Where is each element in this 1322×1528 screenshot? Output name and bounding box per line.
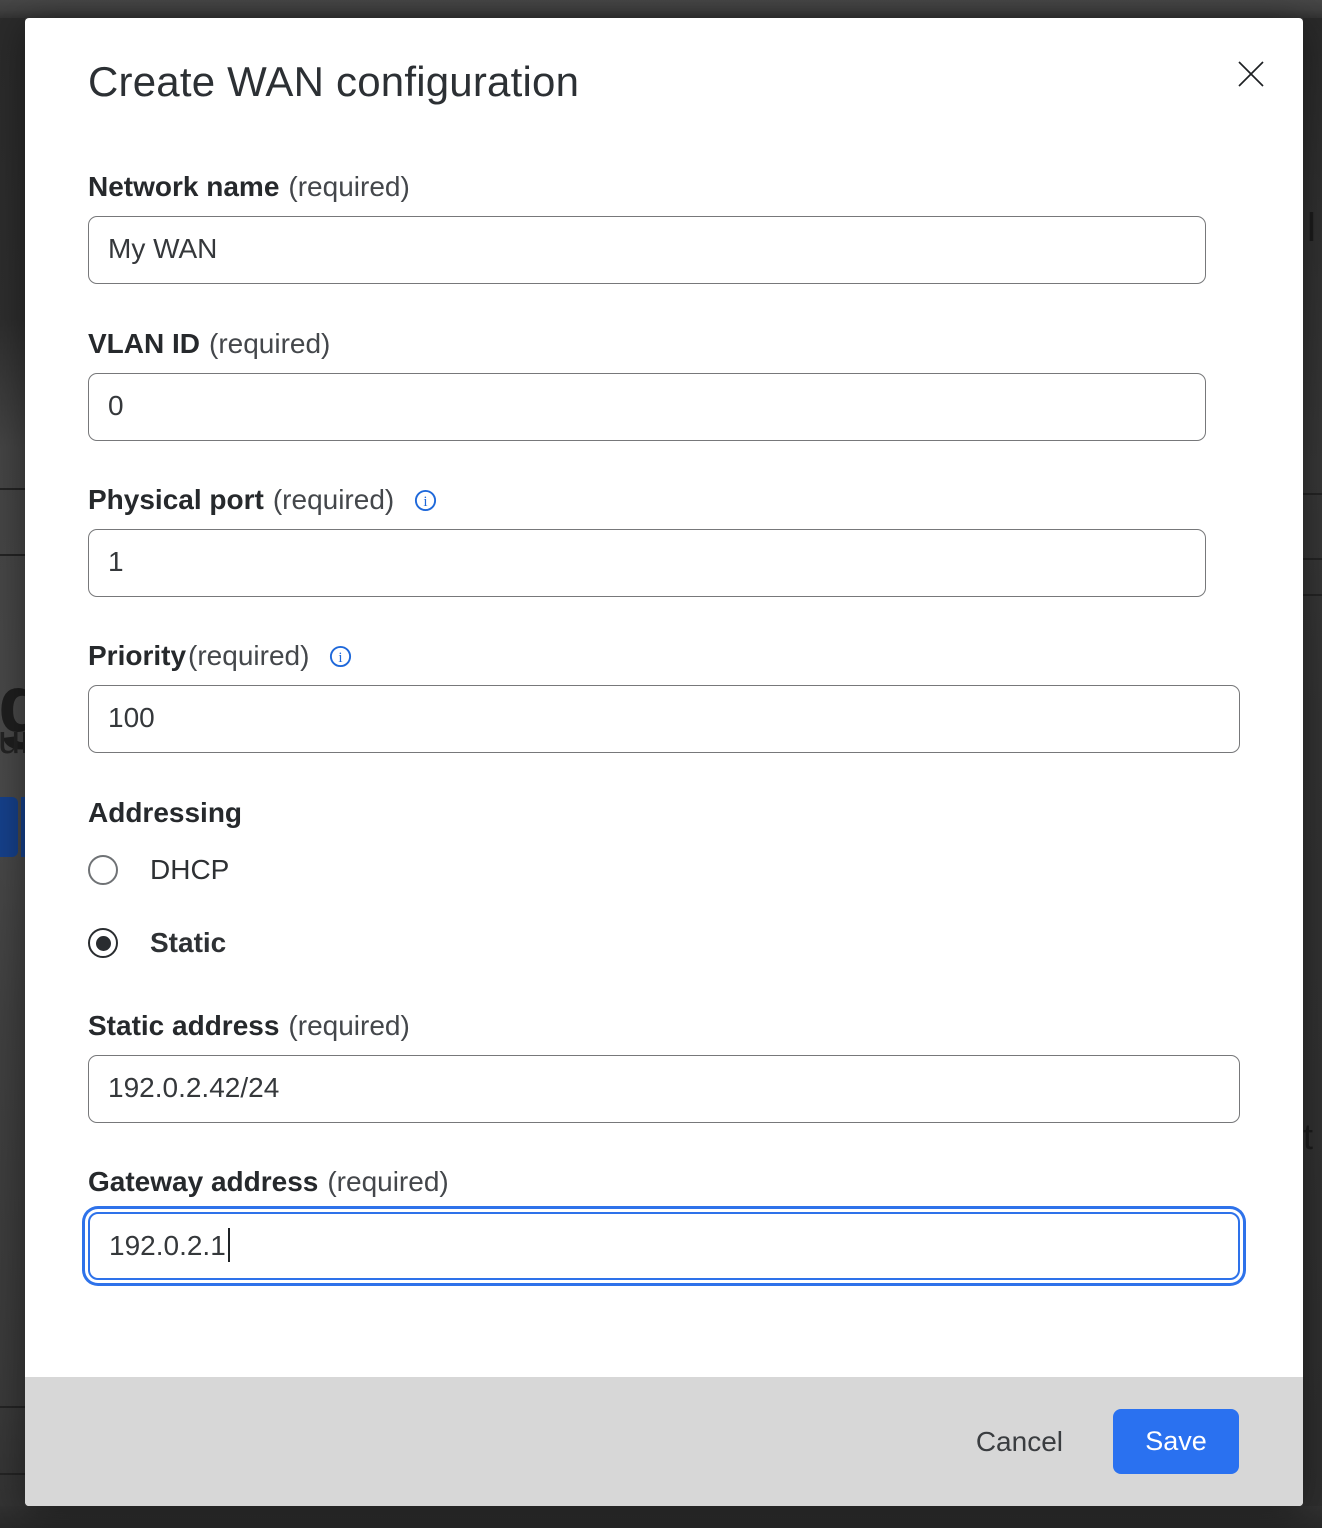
dialog-footer: Cancel Save bbox=[25, 1377, 1303, 1506]
backdrop-text-fragment: l bbox=[1307, 206, 1316, 251]
info-icon[interactable]: i bbox=[329, 645, 352, 668]
addressing-heading: Addressing bbox=[88, 796, 1240, 830]
backdrop-row-divider bbox=[1303, 558, 1322, 560]
priority-label: Priority (required) i bbox=[88, 639, 1240, 673]
radio-static-label: Static bbox=[150, 927, 226, 959]
close-icon bbox=[1235, 58, 1267, 90]
static-address-label: Static address (required) bbox=[88, 1009, 1240, 1043]
backdrop-top-strip bbox=[0, 0, 1322, 18]
backdrop-blue-button-fragment bbox=[0, 797, 18, 857]
network-name-input[interactable]: My WAN bbox=[88, 216, 1206, 284]
backdrop-row-divider bbox=[0, 1406, 25, 1408]
backdrop-row-divider bbox=[0, 554, 25, 556]
backdrop-row-divider bbox=[1303, 594, 1322, 596]
physical-port-label: Physical port (required) i bbox=[88, 483, 1240, 517]
svg-text:i: i bbox=[339, 650, 343, 666]
backdrop-row-divider bbox=[1303, 493, 1322, 495]
field-gateway-address: Gateway address (required) 192.0.2.1 bbox=[88, 1165, 1240, 1280]
priority-input[interactable]: 100 bbox=[88, 685, 1240, 753]
cancel-button[interactable]: Cancel bbox=[962, 1416, 1077, 1468]
field-vlan-id: VLAN ID (required) 0 bbox=[88, 327, 1240, 441]
physical-port-input[interactable]: 1 bbox=[88, 529, 1206, 597]
create-wan-dialog: Create WAN configuration Network name (r… bbox=[25, 18, 1303, 1506]
vlan-id-label: VLAN ID (required) bbox=[88, 327, 1240, 361]
dialog-title: Create WAN configuration bbox=[88, 18, 1240, 108]
field-physical-port: Physical port (required) i 1 bbox=[88, 483, 1240, 597]
radio-static[interactable]: Static bbox=[88, 926, 1240, 960]
text-cursor bbox=[228, 1228, 230, 1262]
backdrop-text-fragment: ur bbox=[0, 718, 25, 763]
backdrop-left-strip: gu ur bbox=[0, 18, 25, 1528]
gateway-address-label: Gateway address (required) bbox=[88, 1165, 1240, 1199]
radio-button-selected-icon[interactable] bbox=[88, 928, 118, 958]
info-icon[interactable]: i bbox=[414, 489, 437, 512]
close-button[interactable] bbox=[1235, 58, 1267, 90]
field-static-address: Static address (required) 192.0.2.42/24 bbox=[88, 1009, 1240, 1123]
backdrop-text-fragment: t bbox=[1303, 1116, 1313, 1158]
backdrop-row-divider bbox=[0, 488, 25, 490]
backdrop-bottom-strip bbox=[0, 1506, 1322, 1528]
field-network-name: Network name (required) My WAN bbox=[88, 170, 1240, 284]
radio-button-icon[interactable] bbox=[88, 855, 118, 885]
backdrop-row-divider bbox=[0, 1473, 25, 1475]
radio-dhcp-label: DHCP bbox=[150, 854, 229, 886]
radio-dhcp[interactable]: DHCP bbox=[88, 853, 1240, 887]
save-button[interactable]: Save bbox=[1113, 1409, 1239, 1474]
network-name-label: Network name (required) bbox=[88, 170, 1240, 204]
vlan-id-input[interactable]: 0 bbox=[88, 373, 1206, 441]
svg-text:i: i bbox=[424, 494, 428, 510]
backdrop-right-strip: l t bbox=[1303, 18, 1322, 1528]
static-address-input[interactable]: 192.0.2.42/24 bbox=[88, 1055, 1240, 1123]
field-priority: Priority (required) i 100 bbox=[88, 639, 1240, 753]
gateway-address-input[interactable]: 192.0.2.1 bbox=[88, 1212, 1240, 1280]
